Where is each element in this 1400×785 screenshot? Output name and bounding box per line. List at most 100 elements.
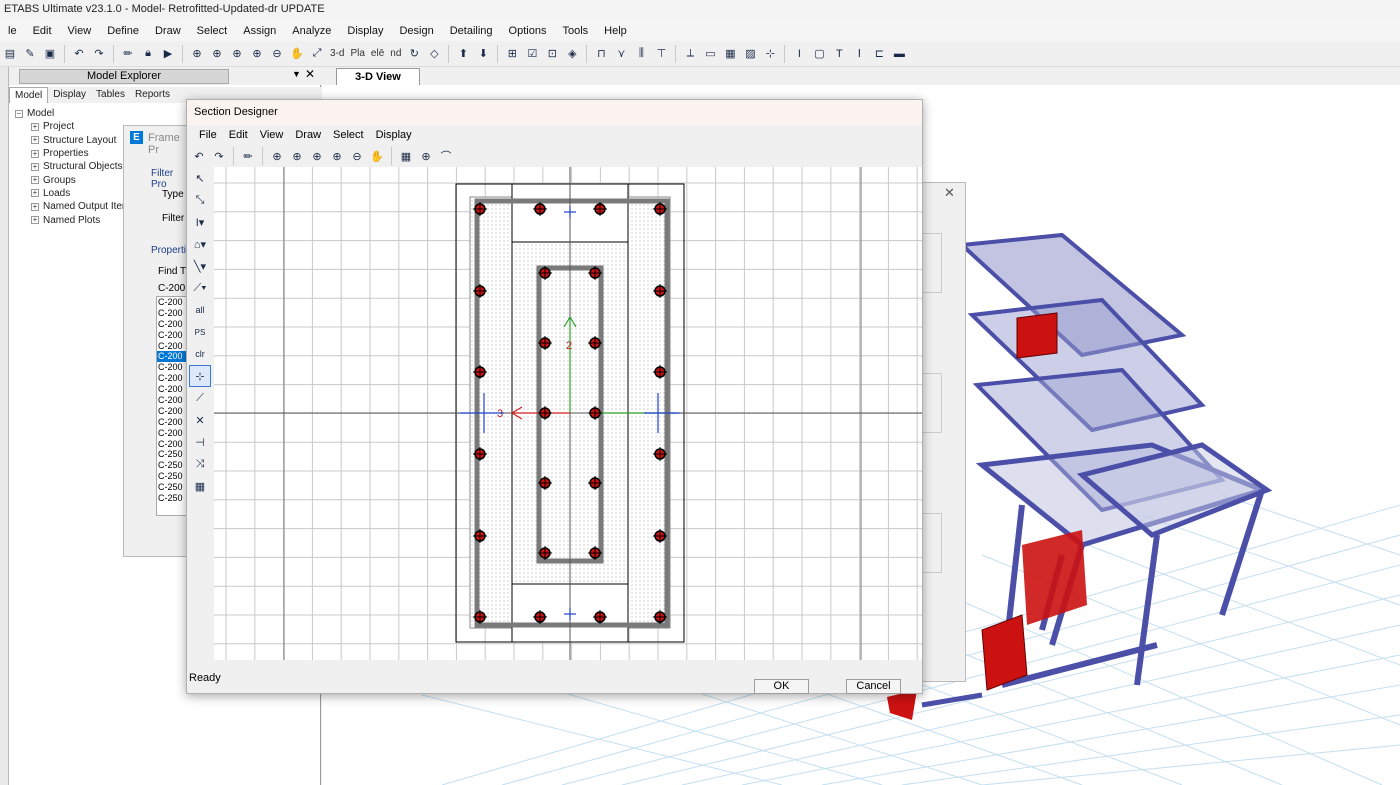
- sd-menu-item-0[interactable]: File: [193, 129, 223, 141]
- zoom-prev-icon[interactable]: ⊕: [228, 45, 246, 63]
- snap-point-icon[interactable]: ⊹: [189, 365, 211, 387]
- measure-icon[interactable]: ⤢: [308, 45, 326, 63]
- expand-icon[interactable]: +: [31, 136, 39, 145]
- menu-item-6[interactable]: Assign: [235, 25, 284, 37]
- close-icon[interactable]: ✕: [944, 185, 955, 201]
- reshape-icon[interactable]: ⤡: [189, 189, 211, 211]
- draw-opening-icon[interactable]: ▨: [741, 45, 759, 63]
- ok-button[interactable]: OK: [754, 679, 809, 694]
- snap-line-icon[interactable]: ⟋: [189, 387, 211, 409]
- open-icon[interactable]: ✎: [21, 45, 39, 63]
- pencil-icon[interactable]: ✏: [239, 147, 257, 165]
- save-icon[interactable]: ▣: [41, 45, 59, 63]
- sd-menu-item-3[interactable]: Draw: [289, 129, 327, 141]
- draw-columns-icon[interactable]: ⫼: [632, 45, 650, 63]
- menu-item-5[interactable]: Select: [189, 25, 236, 37]
- section-bar-icon[interactable]: ▬: [890, 45, 908, 63]
- tab-reports[interactable]: Reports: [130, 87, 175, 103]
- menu-item-2[interactable]: View: [60, 25, 100, 37]
- expand-icon[interactable]: +: [31, 189, 39, 198]
- pan-icon[interactable]: ✋: [288, 45, 306, 63]
- menu-item-7[interactable]: Analyze: [284, 25, 339, 37]
- pointer-icon[interactable]: ↖: [189, 167, 211, 189]
- nd-view-button[interactable]: nd: [387, 48, 404, 59]
- section-box-icon[interactable]: ▢: [810, 45, 828, 63]
- rotate-icon[interactable]: ↻: [405, 45, 423, 63]
- table-icon[interactable]: ▦: [397, 147, 415, 165]
- zoom-full-icon[interactable]: ⊕: [208, 45, 226, 63]
- close-icon[interactable]: ✕: [305, 67, 315, 81]
- draw-brace-icon[interactable]: ⋎: [612, 45, 630, 63]
- plan-view-button[interactable]: Pla: [347, 48, 367, 59]
- tab-tables[interactable]: Tables: [91, 87, 130, 103]
- move-up-icon[interactable]: ⬆: [454, 45, 472, 63]
- shape-dropdown-icon[interactable]: ⌂▾: [189, 233, 211, 255]
- menu-item-10[interactable]: Detailing: [442, 25, 501, 37]
- snap-perpendicular-icon[interactable]: ⊣: [189, 431, 211, 453]
- expand-icon[interactable]: +: [31, 202, 39, 211]
- crosshair-icon[interactable]: ⊕: [417, 147, 435, 165]
- menu-item-4[interactable]: Draw: [147, 25, 189, 37]
- zoom-full-icon[interactable]: ⊕: [288, 147, 306, 165]
- sd-menu-item-1[interactable]: Edit: [223, 129, 254, 141]
- lock-icon[interactable]: 🔒︎: [139, 45, 157, 63]
- curve-icon[interactable]: ⌒: [437, 147, 455, 165]
- menu-item-3[interactable]: Define: [99, 25, 147, 37]
- perspective-icon[interactable]: ◇: [425, 45, 443, 63]
- zoom-in-icon[interactable]: ⊕: [328, 147, 346, 165]
- menu-item-1[interactable]: Edit: [25, 25, 60, 37]
- draw-wall-icon[interactable]: ▦: [721, 45, 739, 63]
- menu-item-0[interactable]: le: [0, 25, 25, 37]
- grid-snap-icon[interactable]: ▦: [189, 475, 211, 497]
- redo-icon[interactable]: ↷: [210, 147, 228, 165]
- section-i-icon[interactable]: I: [790, 45, 808, 63]
- expand-icon[interactable]: +: [31, 149, 39, 158]
- draw-link-icon[interactable]: ⟂: [681, 45, 699, 63]
- new-icon[interactable]: ▤: [1, 45, 19, 63]
- expand-icon[interactable]: +: [31, 122, 39, 131]
- draw-frame-icon[interactable]: ⊓: [592, 45, 610, 63]
- pan-icon[interactable]: ✋: [368, 147, 386, 165]
- zoom-window-icon[interactable]: ⊕: [268, 147, 286, 165]
- menu-item-11[interactable]: Options: [501, 25, 555, 37]
- cancel-button[interactable]: Cancel: [846, 679, 901, 694]
- view-3d-button[interactable]: 3-d: [327, 48, 347, 59]
- pin-icon[interactable]: ▼: [292, 69, 301, 79]
- select-all-button[interactable]: all: [189, 299, 211, 321]
- section-canvas[interactable]: 2 3: [214, 167, 922, 660]
- snap-intersection-icon[interactable]: ✕: [189, 409, 211, 431]
- menu-item-12[interactable]: Tools: [554, 25, 596, 37]
- draw-grid-icon[interactable]: ⊹: [761, 45, 779, 63]
- find-input[interactable]: C-200: [158, 283, 185, 294]
- menu-item-8[interactable]: Display: [339, 25, 391, 37]
- object-shrink-icon[interactable]: ◈: [563, 45, 581, 63]
- polyline-dropdown-icon[interactable]: ⟋▾: [189, 277, 211, 299]
- line-dropdown-icon[interactable]: ╲▾: [189, 255, 211, 277]
- expand-icon[interactable]: +: [31, 216, 39, 225]
- snap-nearest-icon[interactable]: ⤨: [189, 453, 211, 475]
- elevation-view-button[interactable]: elē: [368, 48, 387, 59]
- section-t-icon[interactable]: T: [830, 45, 848, 63]
- tab-model[interactable]: Model: [9, 87, 49, 103]
- draw-beams-icon[interactable]: ⊤: [652, 45, 670, 63]
- section-i2-icon[interactable]: Ⅰ: [850, 45, 868, 63]
- undo-icon[interactable]: ↶: [70, 45, 88, 63]
- sd-menu-item-5[interactable]: Display: [370, 129, 418, 141]
- clear-selection-button[interactable]: clr: [189, 343, 211, 365]
- sd-menu-item-2[interactable]: View: [254, 129, 290, 141]
- select-previous-button[interactable]: PS: [189, 321, 211, 343]
- select-icon[interactable]: ⊞: [503, 45, 521, 63]
- display-options-icon[interactable]: ⊡: [543, 45, 561, 63]
- undo-icon[interactable]: ↶: [190, 147, 208, 165]
- expand-icon[interactable]: +: [31, 176, 39, 185]
- menu-item-13[interactable]: Help: [596, 25, 635, 37]
- move-down-icon[interactable]: ⬇: [474, 45, 492, 63]
- pencil-icon[interactable]: ✏: [119, 45, 137, 63]
- expand-icon[interactable]: +: [31, 162, 39, 171]
- collapse-icon[interactable]: −: [15, 109, 23, 118]
- check-icon[interactable]: ☑: [523, 45, 541, 63]
- section-channel-icon[interactable]: ⊏: [870, 45, 888, 63]
- sd-menu-item-4[interactable]: Select: [327, 129, 370, 141]
- menu-item-9[interactable]: Design: [391, 25, 441, 37]
- i-shape-icon[interactable]: I▾: [189, 211, 211, 233]
